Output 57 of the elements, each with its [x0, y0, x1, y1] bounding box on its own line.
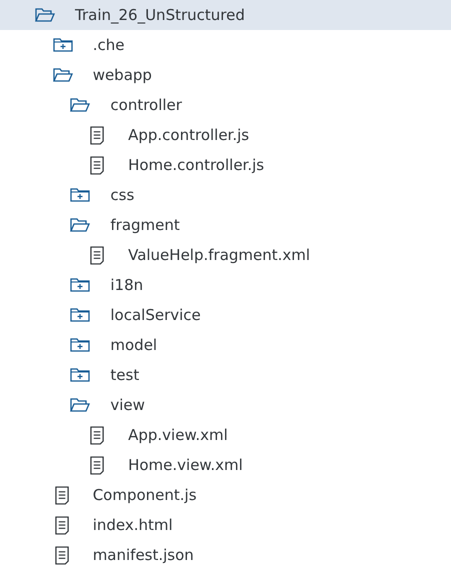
tree-item[interactable]: App.view.xml — [0, 420, 451, 450]
tree-item[interactable]: webapp — [0, 60, 451, 90]
folder-plus-icon — [70, 337, 90, 353]
tree-item[interactable]: view — [0, 390, 451, 420]
tree-item[interactable]: i18n — [0, 270, 451, 300]
item-label: App.view.xml — [128, 426, 228, 444]
open-folder-icon — [70, 217, 90, 233]
item-label: fragment — [110, 216, 180, 234]
document-icon — [90, 426, 106, 444]
folder-plus-icon — [52, 37, 73, 53]
item-label: webapp — [92, 66, 152, 84]
item-label: view — [110, 396, 145, 414]
item-label: model — [110, 336, 158, 354]
tree-item[interactable]: Home.controller.js — [0, 150, 451, 180]
document-icon — [54, 546, 70, 564]
tree-item[interactable]: ValueHelp.fragment.xml — [0, 240, 451, 270]
tree-item[interactable]: controller — [0, 90, 451, 120]
folder-plus-icon — [70, 307, 90, 323]
open-folder-icon — [35, 7, 55, 23]
tree-item[interactable]: App.controller.js — [0, 120, 451, 150]
document-icon — [90, 246, 106, 264]
tree-item[interactable]: index.html — [0, 510, 451, 540]
folder-plus-icon — [70, 277, 90, 293]
tree-item[interactable]: .che — [0, 30, 451, 60]
item-label: localService — [110, 306, 201, 324]
open-folder-icon — [52, 67, 73, 83]
document-icon — [90, 456, 106, 474]
tree-item[interactable]: Component.js — [0, 480, 451, 510]
document-icon — [90, 126, 106, 144]
tree-item[interactable]: manifest.json — [0, 540, 451, 570]
item-label: controller — [110, 96, 182, 114]
open-folder-icon — [70, 97, 90, 113]
item-label: manifest.json — [92, 546, 194, 564]
document-icon — [54, 486, 70, 504]
tree-item[interactable]: css — [0, 180, 451, 210]
tree-item[interactable]: Home.view.xml — [0, 450, 451, 480]
folder-plus-icon — [70, 187, 90, 203]
item-label: .che — [92, 36, 124, 54]
tree-item[interactable]: test — [0, 360, 451, 390]
document-icon — [90, 156, 106, 174]
item-label: i18n — [110, 276, 144, 294]
item-label: ValueHelp.fragment.xml — [128, 246, 310, 264]
item-label: Train_26_UnStructured — [75, 6, 245, 24]
item-label: index.html — [92, 516, 173, 534]
tree-item[interactable]: Train_26_UnStructured — [0, 0, 451, 30]
tree-item[interactable]: localService — [0, 300, 451, 330]
item-label: Component.js — [92, 486, 197, 504]
item-label: Home.view.xml — [128, 456, 243, 474]
item-label: css — [110, 186, 134, 204]
open-folder-icon — [70, 397, 90, 413]
item-label: App.controller.js — [128, 126, 250, 144]
folder-plus-icon — [70, 367, 90, 383]
tree-item[interactable]: fragment — [0, 210, 451, 240]
document-icon — [54, 516, 70, 534]
tree-item[interactable]: model — [0, 330, 451, 360]
item-label: test — [110, 366, 140, 384]
item-label: Home.controller.js — [128, 156, 264, 174]
